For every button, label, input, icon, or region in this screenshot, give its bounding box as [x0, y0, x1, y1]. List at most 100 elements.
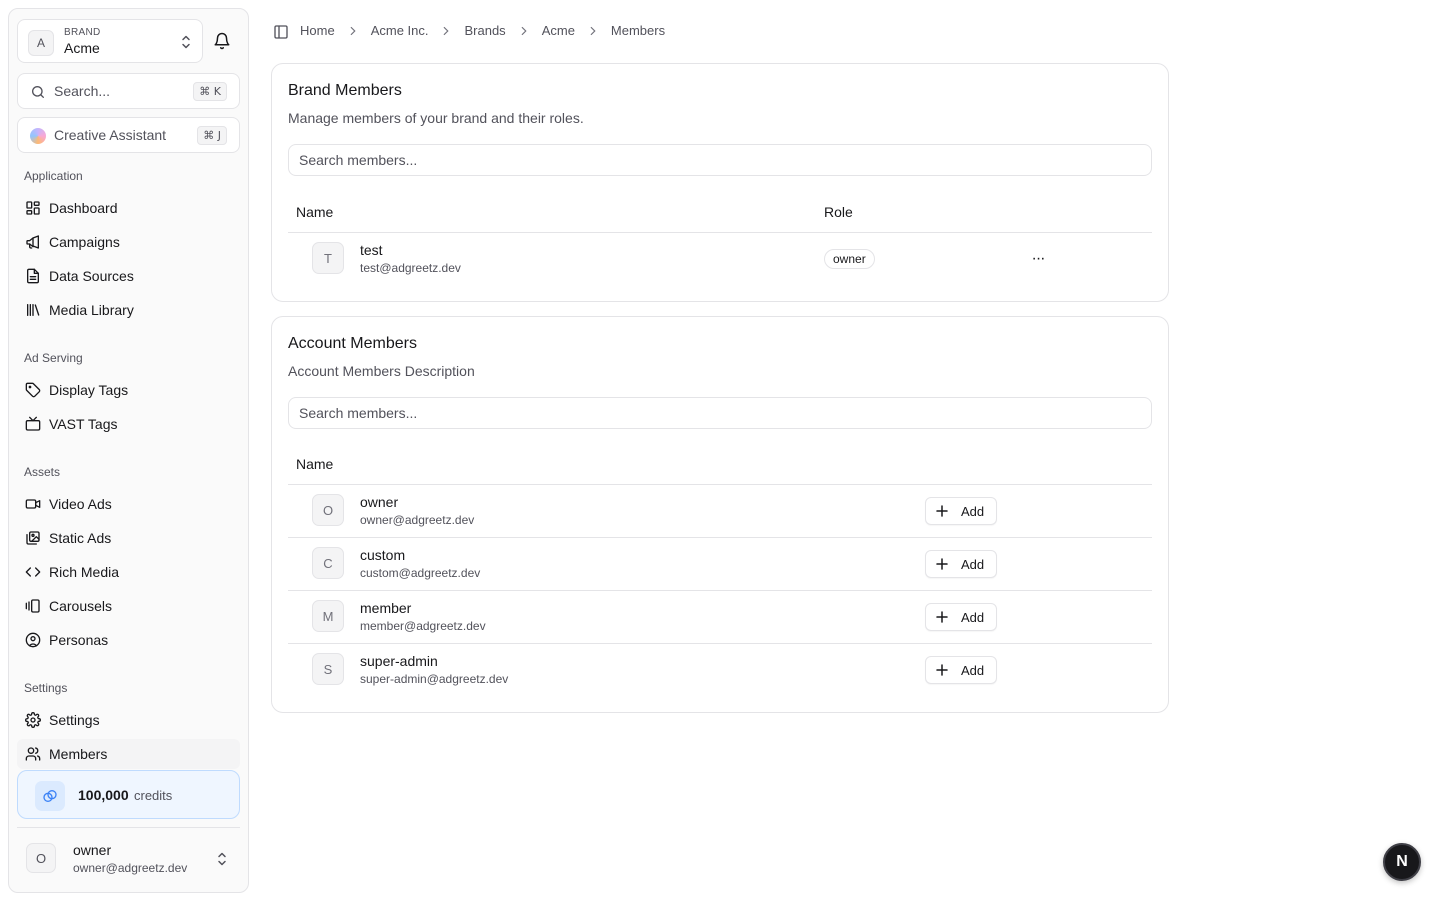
assistant-orb-icon	[30, 128, 46, 144]
column-header-name: Name	[296, 456, 334, 472]
member-email: test@adgreetz.dev	[360, 261, 461, 275]
sidebar-item-members[interactable]: Members	[17, 739, 240, 769]
megaphone-icon	[26, 235, 39, 249]
sidebar-item-dashboard[interactable]: Dashboard	[17, 193, 240, 223]
sidebar-item-label: Static Ads	[49, 530, 112, 546]
creative-assistant-button[interactable]: Creative Assistant ⌘ J	[17, 117, 240, 153]
breadcrumb-home[interactable]: Home	[300, 23, 335, 38]
add-member-button[interactable]: Add	[925, 550, 997, 578]
add-member-button[interactable]: Add	[925, 497, 997, 525]
coins-icon	[35, 781, 65, 811]
sidebar-item-display-tags[interactable]: Display Tags	[17, 375, 240, 405]
breadcrumb-brands[interactable]: Brands	[464, 23, 505, 38]
group-label-settings: Settings	[24, 681, 68, 695]
more-actions-button[interactable]: ···	[1024, 245, 1052, 273]
chevrons-up-down-icon	[218, 852, 226, 866]
member-name: custom	[360, 547, 406, 563]
search-label: Search...	[54, 83, 111, 99]
brand-name: Acme	[64, 40, 100, 56]
column-header-name: Name	[296, 204, 334, 220]
avatar: O	[26, 843, 56, 873]
member-email: owner@adgreetz.dev	[360, 513, 475, 527]
sidebar-item-data-sources[interactable]: Data Sources	[17, 261, 240, 291]
table-row: S super-admin super-admin@adgreetz.dev A…	[288, 644, 1152, 697]
add-label: Add	[961, 503, 985, 519]
sidebar-item-label: VAST Tags	[49, 416, 118, 432]
sidebar-item-media-library[interactable]: Media Library	[17, 295, 240, 325]
sidebar-item-label: Settings	[49, 712, 100, 728]
member-email: custom@adgreetz.dev	[360, 566, 481, 580]
file-icon	[27, 268, 39, 284]
gear-icon	[25, 712, 41, 728]
user-name: owner	[73, 842, 112, 858]
library-icon	[27, 304, 40, 316]
chevrons-up-down-icon	[182, 35, 190, 49]
sidebar-item-personas[interactable]: Personas	[17, 625, 240, 655]
users-icon	[25, 747, 41, 761]
sidebar-item-label: Display Tags	[49, 382, 129, 398]
brand-kicker: BRAND	[64, 27, 101, 38]
breadcrumb-brand[interactable]: Acme	[542, 23, 575, 38]
account-members-search-input[interactable]	[288, 397, 1152, 429]
tag-icon	[25, 382, 41, 398]
plus-icon	[936, 505, 948, 517]
avatar: O	[312, 494, 344, 526]
add-label: Add	[961, 609, 985, 625]
carousel-icon	[25, 599, 40, 613]
sidebar-toggle-icon[interactable]	[273, 24, 289, 40]
user-email: owner@adgreetz.dev	[73, 861, 188, 875]
brand-avatar: A	[28, 30, 54, 56]
sidebar-divider	[17, 827, 240, 828]
member-name: test	[360, 242, 383, 258]
member-name: owner	[360, 494, 399, 510]
sidebar-search[interactable]: Search... ⌘ K	[17, 73, 240, 109]
sidebar-item-label: Members	[49, 746, 108, 762]
sidebar-item-static-ads[interactable]: Static Ads	[17, 523, 240, 553]
tv-icon	[25, 416, 41, 431]
sidebar-item-label: Carousels	[49, 598, 113, 614]
table-row: O owner owner@adgreetz.dev Add	[288, 485, 1152, 538]
brand-members-search-input[interactable]	[288, 144, 1152, 176]
card-title: Brand Members	[288, 82, 402, 99]
assistant-label: Creative Assistant	[54, 127, 167, 143]
sidebar-item-settings[interactable]: Settings	[17, 705, 240, 735]
add-label: Add	[961, 662, 985, 678]
member-name: super-admin	[360, 653, 438, 669]
member-name: member	[360, 600, 412, 616]
video-icon	[25, 499, 41, 509]
group-label-assets: Assets	[24, 465, 61, 479]
nextjs-dev-badge[interactable]: N	[1383, 843, 1421, 881]
sidebar-item-vast-tags[interactable]: VAST Tags	[17, 409, 240, 439]
sidebar-item-label: Campaigns	[49, 234, 120, 250]
add-member-button[interactable]: Add	[925, 603, 997, 631]
group-label-ad-serving: Ad Serving	[24, 351, 83, 365]
sidebar-item-label: Rich Media	[49, 564, 120, 580]
credits-label: credits	[134, 788, 173, 803]
breadcrumb-account[interactable]: Acme Inc.	[371, 23, 429, 38]
user-circle-icon	[25, 632, 41, 648]
column-header-role: Role	[824, 204, 853, 220]
chevron-right-icon	[521, 26, 527, 35]
brand-switcher[interactable]: A BRAND Acme	[17, 19, 203, 63]
dashboard-icon	[26, 201, 40, 215]
bell-icon[interactable]	[213, 32, 231, 50]
card-description: Account Members Description	[288, 363, 475, 379]
search-icon	[32, 86, 44, 98]
card-description: Manage members of your brand and their r…	[288, 110, 584, 126]
images-icon	[26, 531, 40, 545]
breadcrumb: Home Acme Inc. Brands Acme Members	[300, 23, 665, 38]
credits-card[interactable]: 100,000 credits	[17, 770, 240, 819]
add-member-button[interactable]: Add	[925, 656, 997, 684]
assistant-shortcut: ⌘ J	[197, 126, 227, 145]
group-label-application: Application	[24, 169, 83, 183]
sidebar-item-rich-media[interactable]: Rich Media	[17, 557, 240, 587]
sidebar-item-video-ads[interactable]: Video Ads	[17, 489, 240, 519]
sidebar: A BRAND Acme Search... ⌘ K Creative Assi…	[8, 8, 249, 893]
sidebar-item-label: Video Ads	[49, 496, 112, 512]
avatar: S	[312, 653, 344, 685]
add-label: Add	[961, 556, 985, 572]
plus-icon	[936, 558, 948, 570]
member-email: member@adgreetz.dev	[360, 619, 486, 633]
sidebar-item-campaigns[interactable]: Campaigns	[17, 227, 240, 257]
sidebar-item-carousels[interactable]: Carousels	[17, 591, 240, 621]
